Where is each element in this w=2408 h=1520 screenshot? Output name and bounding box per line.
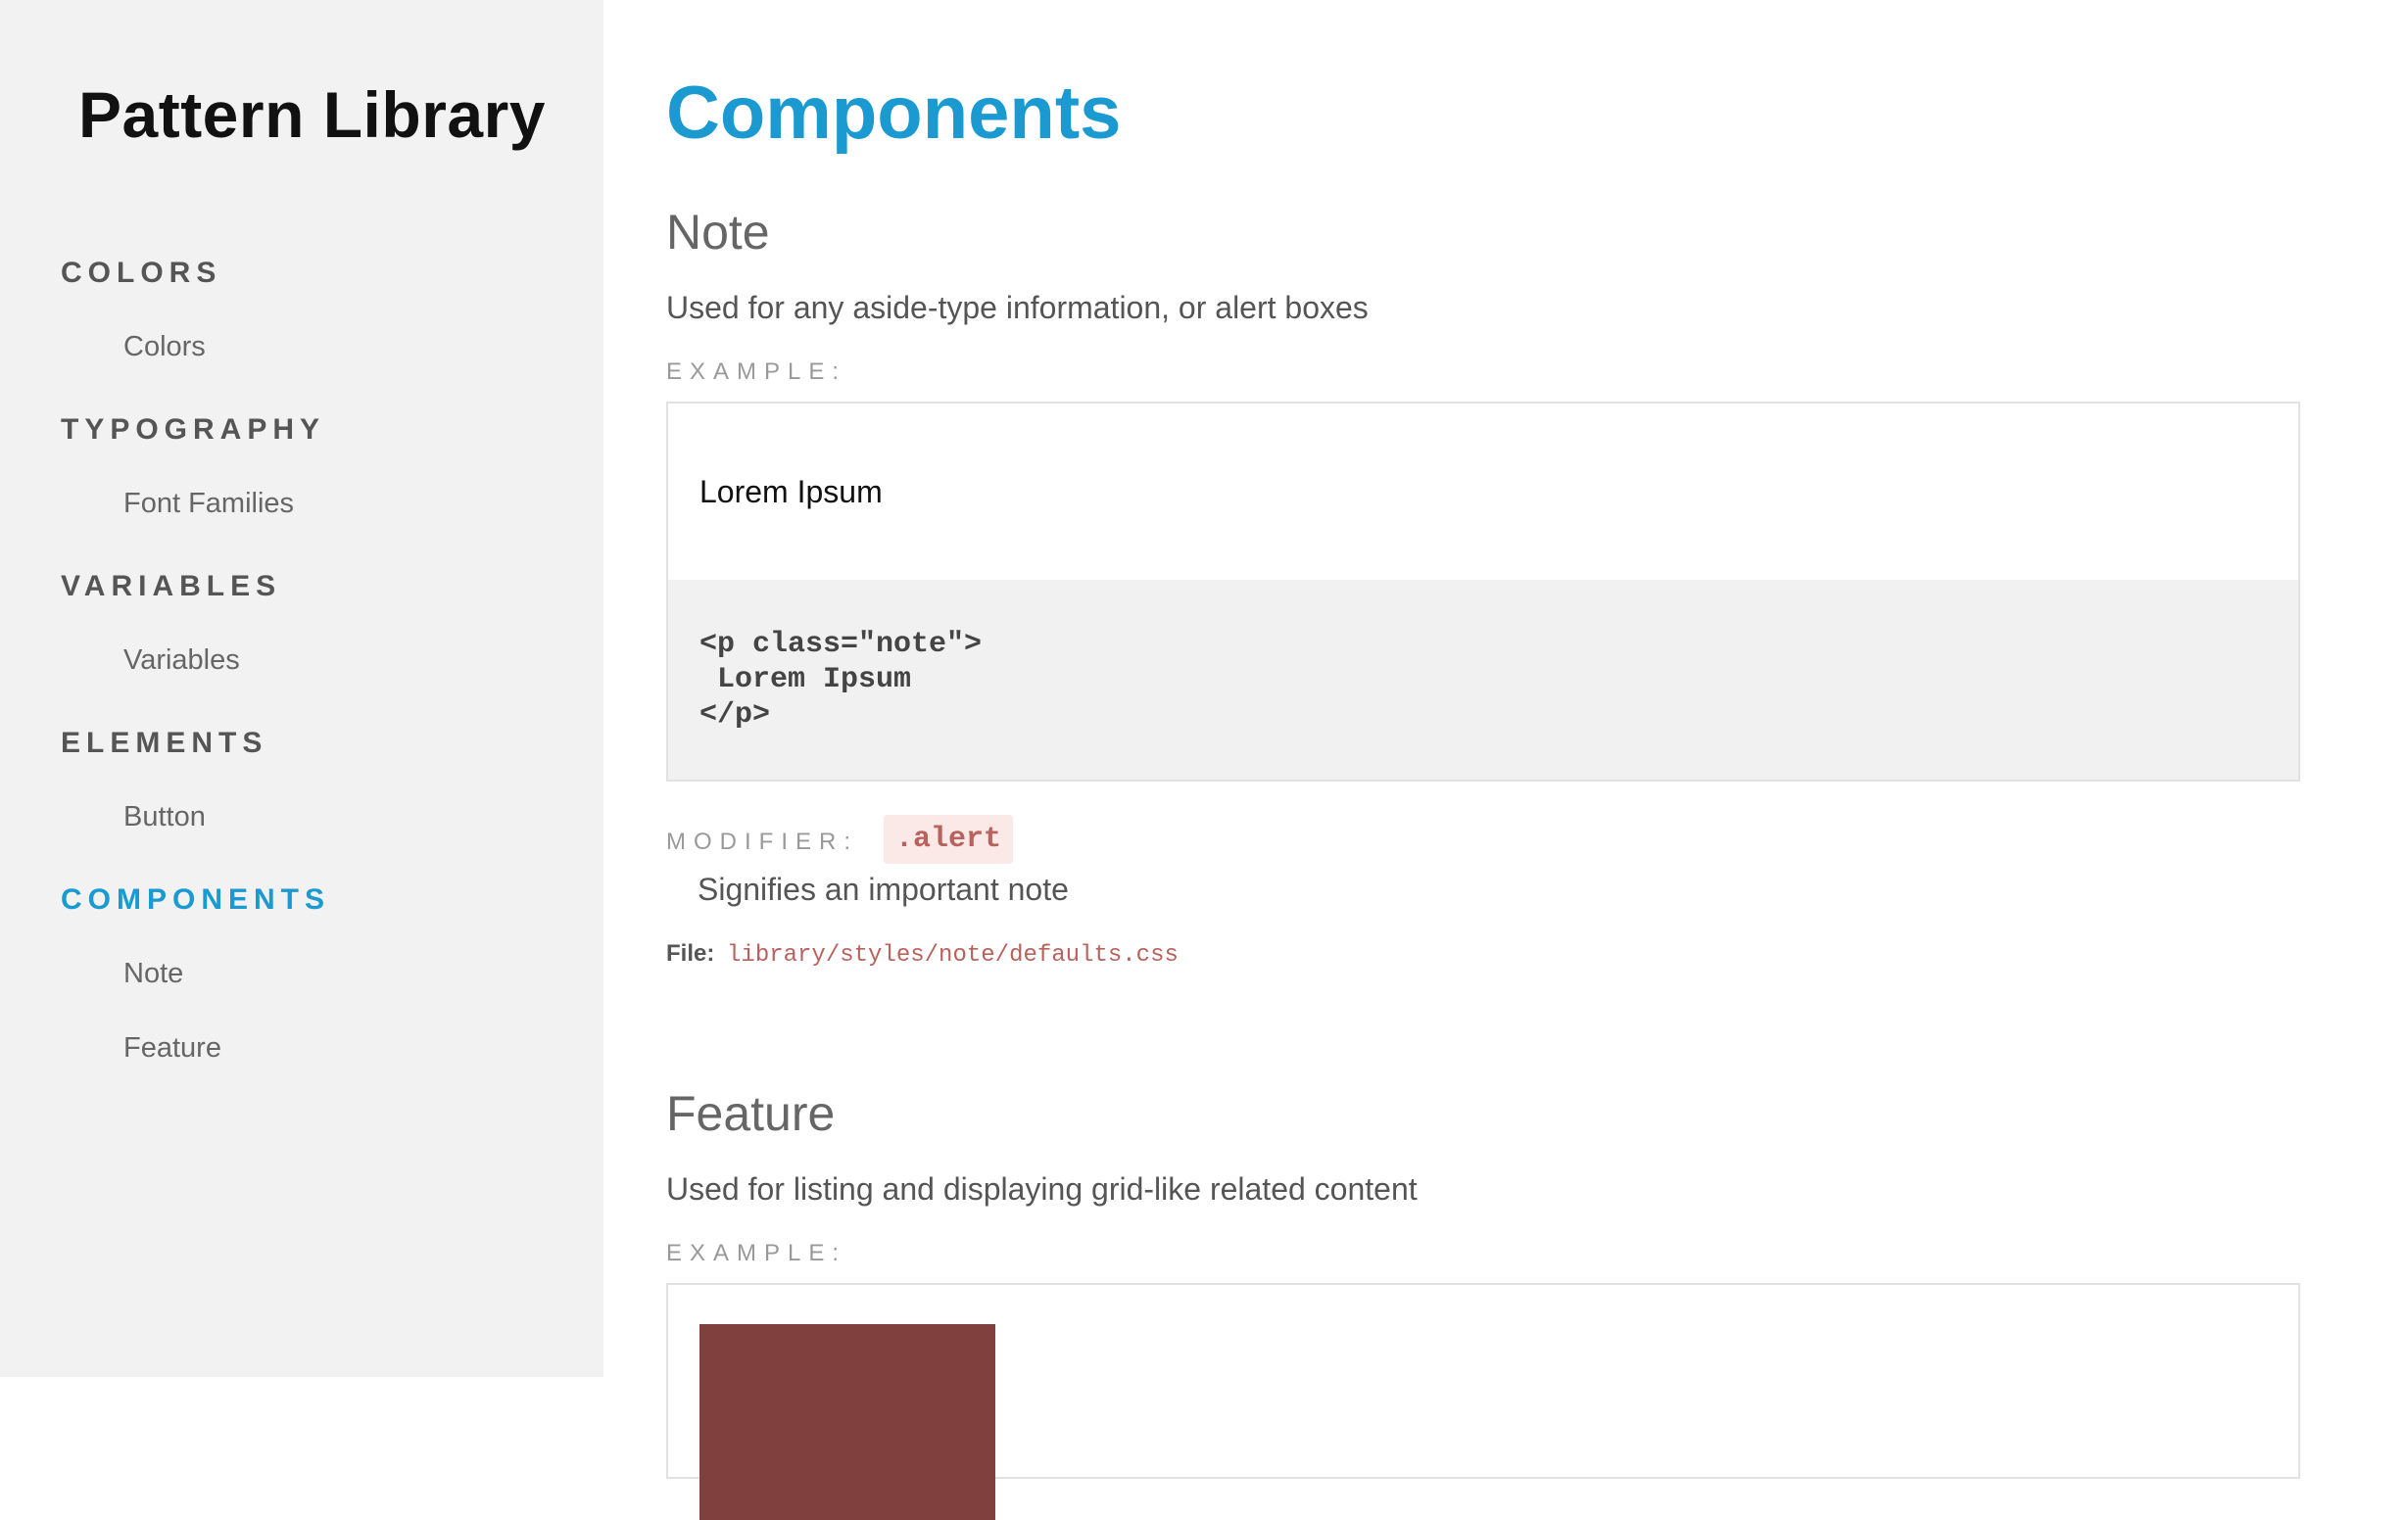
nav-group-colors[interactable]: COLORS bbox=[61, 259, 221, 288]
section-title-feature: Feature bbox=[666, 1086, 836, 1141]
section-description-feature: Used for listing and displaying grid-lik… bbox=[666, 1171, 1418, 1207]
nav-item-variables[interactable]: Variables bbox=[123, 646, 240, 675]
example-label-note: EXAMPLE: bbox=[666, 358, 847, 385]
nav-item-note[interactable]: Note bbox=[123, 960, 183, 988]
nav-item-feature[interactable]: Feature bbox=[123, 1034, 221, 1063]
nav-item-colors[interactable]: Colors bbox=[123, 333, 206, 361]
modifier-class-tag: .alert bbox=[884, 815, 1014, 864]
sidebar: Pattern Library COLORS Colors TYPOGRAPHY… bbox=[0, 0, 603, 1377]
nav-group-typography[interactable]: TYPOGRAPHY bbox=[61, 415, 325, 445]
file-label: File: bbox=[666, 940, 715, 967]
example-box-feature bbox=[666, 1283, 2300, 1520]
page-title: Components bbox=[666, 71, 1122, 155]
feature-swatch bbox=[699, 1324, 995, 1520]
nav-group-elements[interactable]: ELEMENTS bbox=[61, 729, 267, 758]
modifier-description: Signifies an important note bbox=[698, 872, 1069, 907]
section-description-note: Used for any aside-type information, or … bbox=[666, 290, 1369, 325]
example-label-feature: EXAMPLE: bbox=[666, 1240, 847, 1266]
site-title[interactable]: Pattern Library bbox=[78, 82, 546, 147]
file-line: File: library/styles/note/defaults.css bbox=[666, 942, 1179, 968]
nav-item-button[interactable]: Button bbox=[123, 803, 206, 831]
modifier-label: MODIFIER: bbox=[666, 829, 858, 855]
code-snippet: <p class="note"> Lorem Ipsum </p> bbox=[699, 628, 983, 732]
section-title-note: Note bbox=[666, 205, 770, 260]
nav-group-variables[interactable]: VARIABLES bbox=[61, 572, 281, 601]
file-path-link[interactable]: library/styles/note/defaults.css bbox=[727, 942, 1179, 969]
example-box-note: Lorem Ipsum <p class="note"> Lorem Ipsum… bbox=[666, 402, 2300, 782]
nav-item-font-families[interactable]: Font Families bbox=[123, 490, 294, 518]
example-render-note: Lorem Ipsum bbox=[668, 404, 2298, 580]
nav-group-components[interactable]: COMPONENTS bbox=[61, 885, 330, 915]
example-code-note: <p class="note"> Lorem Ipsum </p> bbox=[668, 580, 2298, 780]
example-note-text: Lorem Ipsum bbox=[699, 474, 883, 509]
